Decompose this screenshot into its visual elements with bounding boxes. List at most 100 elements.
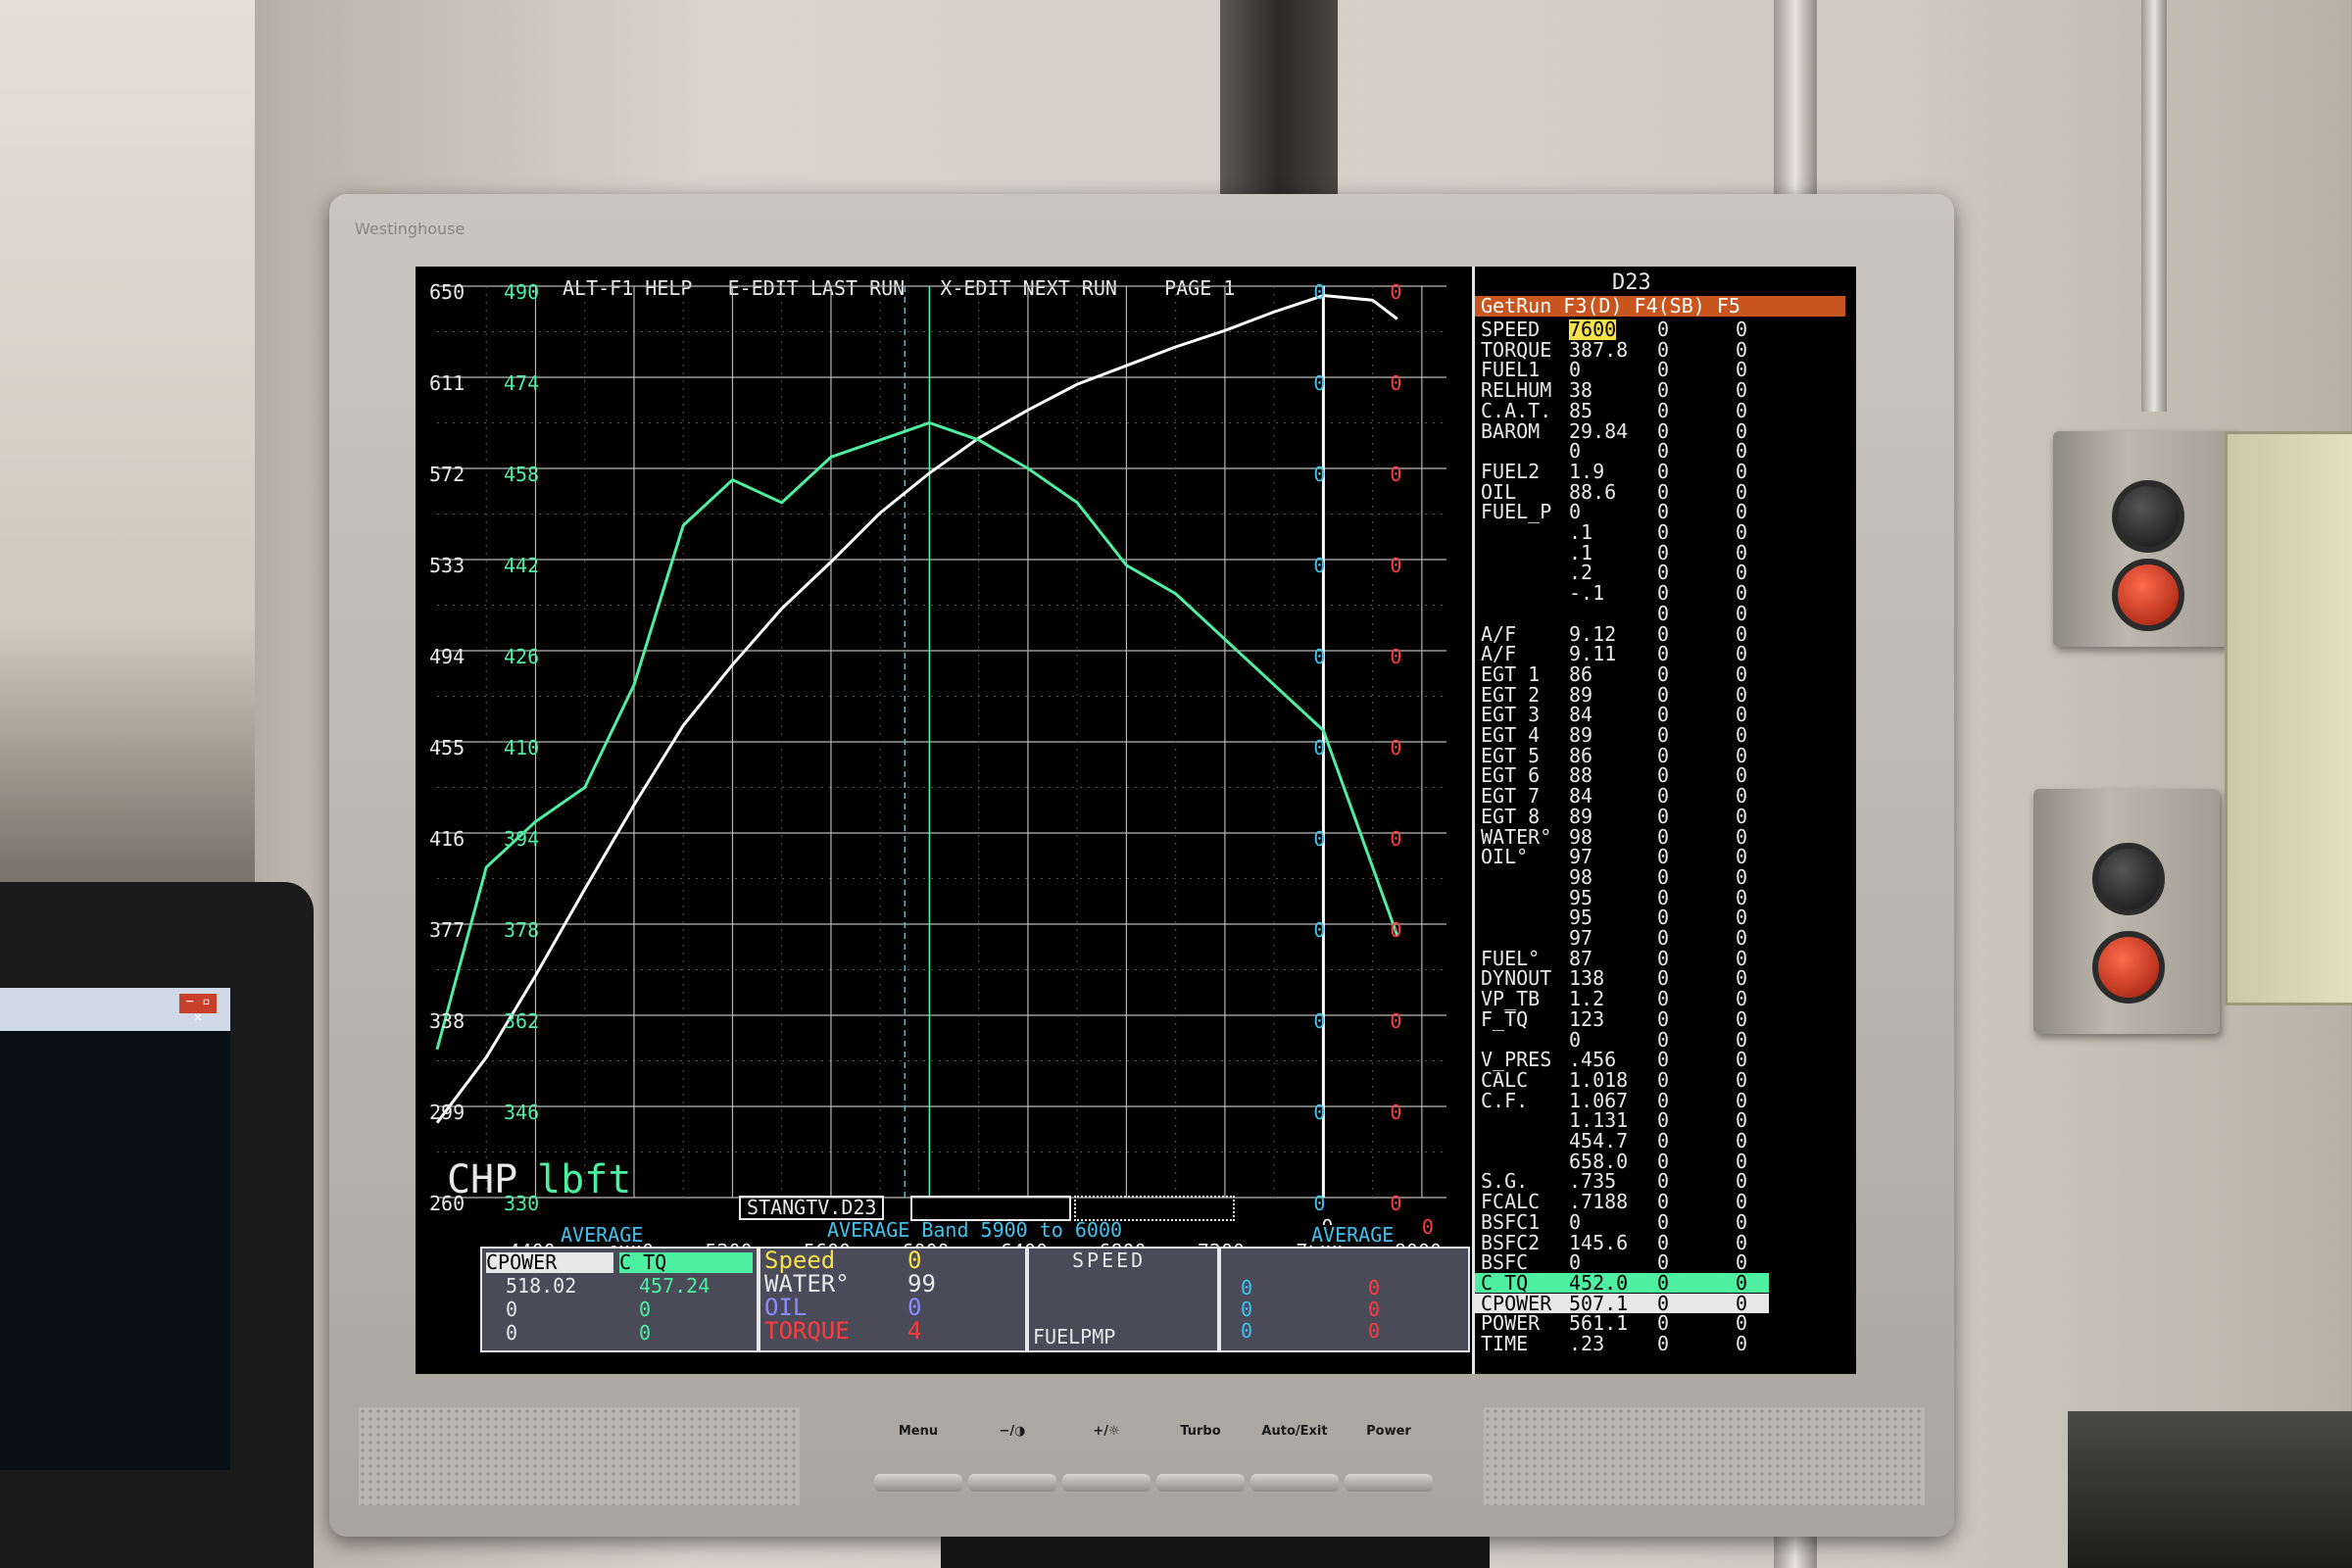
panel-row-col3: 0	[1736, 1209, 1748, 1234]
panel-row-col3: 0	[1736, 784, 1748, 808]
panel-row-label: VP_TB	[1481, 987, 1541, 1011]
y-label-tq: 490	[504, 280, 540, 304]
monitor-brand: Westinghouse	[355, 220, 466, 238]
y-label-hp: 533	[429, 554, 466, 577]
switch-box-fan	[2053, 431, 2239, 647]
speed-value: 0	[907, 1247, 922, 1274]
panel-row-col2: 0	[1657, 1270, 1670, 1295]
panel-row-value: 1.9	[1569, 459, 1605, 483]
right-zero-cyan: 0	[1313, 463, 1326, 486]
oil-label: OIL	[764, 1294, 808, 1321]
zero-4: 0	[639, 1321, 652, 1345]
monitor-button-label: +/☼	[1093, 1424, 1120, 1439]
panel-row-label: F_TQ	[1481, 1006, 1529, 1031]
start-button-2[interactable]	[2092, 843, 2165, 915]
panel-row-value: 38	[1569, 378, 1593, 403]
panel-row-col3: 0	[1736, 459, 1748, 483]
ctq-value: 457.24	[639, 1274, 710, 1298]
fuelpmp-label: FUELPMP	[1033, 1325, 1116, 1348]
stop-button-2[interactable]	[2092, 931, 2165, 1004]
right-zero-cyan: 0	[1313, 1009, 1326, 1033]
panel-row-col3: 0	[1736, 318, 1748, 341]
panel-row-col2: 0	[1657, 804, 1670, 828]
panel-row-label: BAROM	[1481, 418, 1541, 443]
stop-button[interactable]	[2112, 559, 2184, 631]
monitor-button-key[interactable]	[1250, 1474, 1339, 1492]
panel-row-col2: 0	[1657, 1332, 1670, 1355]
zero-1: 0	[506, 1298, 518, 1321]
y-label-hp: 494	[429, 645, 466, 668]
panel-row-col3: 0	[1736, 1332, 1748, 1355]
panel-row-label: EGT 1	[1481, 662, 1541, 686]
y-label-hp: 650	[429, 280, 466, 304]
cpower-label: CPOWER	[486, 1252, 613, 1273]
conduit-pipe-2	[2141, 0, 2167, 412]
speaker-left	[359, 1407, 800, 1505]
average-box: AVERAGE CPOWER C TQ 518.02 457.24 0 0 0 …	[480, 1225, 759, 1352]
right-zero-cyan: 0	[1313, 827, 1326, 851]
panel-row-col2: 0	[1657, 318, 1670, 341]
monitor-button[interactable]: Turbo	[1155, 1424, 1246, 1492]
panel-row-label: C.F.	[1481, 1088, 1529, 1112]
y-label-tq: 442	[504, 554, 540, 577]
water-label: WATER°	[764, 1270, 850, 1298]
monitor-button-key[interactable]	[1062, 1474, 1151, 1492]
panel-row-label: TIME	[1481, 1332, 1529, 1355]
panel-row-col2: 0	[1657, 987, 1670, 1011]
torque-value: 4	[907, 1317, 922, 1345]
panel-row-value: -.1	[1569, 581, 1605, 606]
panel-row-value: 0	[1569, 1209, 1582, 1234]
panel-row-col2: 0	[1657, 581, 1670, 606]
speaker-right	[1484, 1407, 1925, 1505]
panel-row-value: 97	[1569, 926, 1593, 950]
panel-row-value: 1.2	[1569, 987, 1605, 1011]
panel-row-col3: 0	[1736, 804, 1748, 828]
y-label-hp: 611	[429, 371, 466, 395]
panel-row-value: 89	[1569, 804, 1593, 828]
panel-row-value: 123	[1569, 1006, 1605, 1031]
panel-row-col3: 0	[1736, 1129, 1748, 1152]
panel-row-col2: 0	[1657, 1190, 1670, 1214]
panel-row-label: C.A.T.	[1481, 398, 1552, 422]
monitor: Westinghouse ALT-F1 HELP E-EDIT LAST RUN…	[329, 194, 1954, 1537]
bench	[2068, 1411, 2352, 1568]
monitor-button[interactable]: Power	[1344, 1424, 1434, 1492]
monitor-button-label: Turbo	[1180, 1424, 1221, 1439]
panel-row-label: FCALC	[1481, 1190, 1541, 1214]
zero-10: 0	[1368, 1319, 1381, 1343]
panel-row-col3: 0	[1736, 520, 1748, 544]
gauge-box: Speed 0 WATER° 99 OIL 0 TORQUE 4	[759, 1247, 1027, 1352]
laptop-screen: − ▫ ✕	[0, 988, 230, 1470]
dyno-screen: ALT-F1 HELP E-EDIT LAST RUN X-EDIT NEXT …	[416, 267, 1856, 1374]
laptop-window-controls[interactable]: − ▫ ✕	[179, 994, 217, 1025]
y-label-tq: 362	[504, 1009, 540, 1033]
right-zero-red: 0	[1390, 371, 1402, 395]
monitor-button[interactable]: Menu	[873, 1424, 963, 1492]
panel-row-col3: 0	[1736, 864, 1748, 889]
monitor-button-key[interactable]	[1345, 1474, 1433, 1492]
panel-row-col2: 0	[1657, 1129, 1670, 1152]
right-zero-cyan: 0	[1313, 645, 1326, 668]
right-zero-red: 0	[1390, 280, 1402, 304]
average-label: AVERAGE	[561, 1223, 644, 1247]
panel-row-col3: 0	[1736, 1270, 1748, 1295]
average-label-2: AVERAGE	[1311, 1223, 1395, 1247]
monitor-button-key[interactable]	[1156, 1474, 1245, 1492]
start-button[interactable]	[2112, 480, 2184, 553]
y-label-tq: 394	[504, 827, 540, 851]
panel-row-col2: 0	[1657, 520, 1670, 544]
panel-row-col3: 0	[1736, 1067, 1748, 1092]
right-zero-cyan: 0	[1313, 1101, 1326, 1124]
panel-tabs[interactable]: GetRun F3(D) F4(SB) F5	[1475, 296, 1845, 317]
monitor-button-key[interactable]	[968, 1474, 1056, 1492]
monitor-button-key[interactable]	[874, 1474, 962, 1492]
monitor-stand	[941, 1537, 1490, 1568]
panel-row-col3: 0	[1736, 378, 1748, 403]
panel-row-value: 452.0	[1569, 1270, 1629, 1295]
monitor-button-label: Auto/Exit	[1261, 1424, 1328, 1439]
panel-row-label: C TQ	[1481, 1270, 1529, 1295]
zero-8: 0	[1368, 1298, 1381, 1321]
monitor-button[interactable]: Auto/Exit	[1250, 1424, 1340, 1492]
monitor-button[interactable]: +/☼	[1061, 1424, 1152, 1492]
monitor-button[interactable]: −/◑	[967, 1424, 1057, 1492]
